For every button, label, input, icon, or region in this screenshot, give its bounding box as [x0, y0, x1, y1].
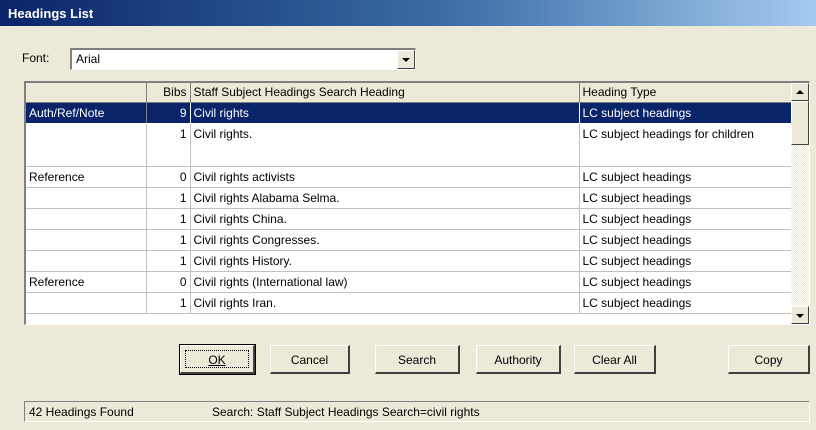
cell-heading: Civil rights. — [190, 123, 580, 167]
cell-source — [26, 187, 147, 209]
cell-heading: Civil rights Iran. — [190, 292, 580, 314]
search-button-label: Search — [397, 353, 437, 367]
cell-heading: Civil rights Alabama Selma. — [190, 187, 580, 209]
headings-table: Bibs Staff Subject Headings Search Headi… — [26, 83, 792, 314]
cell-heading: Civil rights (International law) — [190, 271, 580, 293]
cell-heading-type: LC subject headings for children — [579, 123, 792, 167]
cell-heading-type: LC subject headings — [579, 229, 792, 251]
cell-heading-type: LC subject headings — [579, 208, 792, 230]
cell-source — [26, 250, 147, 272]
vertical-scrollbar[interactable] — [791, 83, 809, 324]
table-row[interactable]: 1 Civil rights. LC subject headings for … — [26, 123, 792, 167]
cell-heading-type: LC subject headings — [579, 250, 792, 272]
cell-heading-type: LC subject headings — [579, 102, 792, 124]
cell-heading: Civil rights activists — [190, 166, 580, 188]
cell-bibs: 0 — [146, 271, 191, 293]
scroll-down-arrow-icon — [796, 314, 804, 318]
cell-source: Reference — [26, 271, 147, 293]
cell-heading: Civil rights — [190, 102, 580, 124]
window-title: Headings List — [8, 6, 94, 21]
cell-source — [26, 229, 147, 251]
cell-heading-type: LC subject headings — [579, 187, 792, 209]
column-header-bibs[interactable]: Bibs — [146, 83, 191, 103]
cancel-button[interactable]: Cancel — [270, 345, 350, 374]
font-select[interactable]: Arial — [70, 48, 416, 70]
title-bar[interactable]: Headings List — [0, 0, 816, 26]
table-row[interactable]: 1 Civil rights History. LC subject headi… — [26, 250, 792, 272]
column-header-heading-type[interactable]: Heading Type — [579, 83, 792, 103]
cell-source: Reference — [26, 166, 147, 188]
cell-source — [26, 292, 147, 314]
scroll-down-button[interactable] — [791, 306, 809, 324]
font-select-value: Arial — [76, 52, 101, 66]
header-row: Bibs Staff Subject Headings Search Headi… — [26, 83, 792, 103]
cancel-button-label: Cancel — [290, 353, 329, 367]
table-row[interactable]: 1 Civil rights Congresses. LC subject he… — [26, 229, 792, 251]
table-row[interactable]: 1 Civil rights Alabama Selma. LC subject… — [26, 187, 792, 209]
copy-button-label: Copy — [754, 353, 783, 367]
cell-bibs: 1 — [146, 187, 191, 209]
table-row[interactable]: Reference 0 Civil rights (International … — [26, 271, 792, 293]
status-search-query: Search: Staff Subject Headings Search=ci… — [212, 405, 480, 419]
table-row[interactable]: Auth/Ref/Note 9 Civil rights LC subject … — [26, 102, 792, 124]
table-row[interactable]: 1 Civil rights Iran. LC subject headings — [26, 292, 792, 314]
chevron-down-icon — [402, 58, 410, 62]
scroll-thumb[interactable] — [791, 101, 809, 145]
authority-button-label: Authority — [494, 353, 542, 367]
cell-bibs: 1 — [146, 292, 191, 314]
cell-source — [26, 208, 147, 230]
scroll-up-arrow-icon — [796, 90, 804, 94]
authority-button[interactable]: Authority — [476, 345, 561, 374]
cell-source — [26, 123, 147, 167]
cell-heading-type: LC subject headings — [579, 271, 792, 293]
headings-list-dialog: Headings List Font: Arial Bibs Staff Sub… — [0, 0, 816, 430]
cell-bibs: 1 — [146, 250, 191, 272]
font-dropdown-button[interactable] — [397, 50, 415, 69]
cell-heading-type: LC subject headings — [579, 166, 792, 188]
copy-button[interactable]: Copy — [728, 345, 810, 374]
status-bar: 42 Headings Found Search: Staff Subject … — [24, 401, 810, 422]
ok-button[interactable]: OK — [179, 344, 256, 375]
focus-rectangle — [185, 350, 249, 368]
clear-all-button[interactable]: Clear All — [574, 345, 656, 374]
cell-heading: Civil rights China. — [190, 208, 580, 230]
cell-heading-type: LC subject headings — [579, 292, 792, 314]
status-headings-count: 42 Headings Found — [29, 405, 134, 419]
clear-all-button-label: Clear All — [592, 353, 637, 367]
search-button[interactable]: Search — [375, 345, 460, 374]
table-row[interactable]: Reference 0 Civil rights activists LC su… — [26, 166, 792, 188]
cell-heading: Civil rights Congresses. — [190, 229, 580, 251]
cell-bibs: 1 — [146, 123, 191, 167]
column-header-source[interactable] — [26, 83, 147, 103]
cell-bibs: 0 — [146, 166, 191, 188]
column-header-heading[interactable]: Staff Subject Headings Search Heading — [190, 83, 580, 103]
scroll-up-button[interactable] — [791, 83, 809, 101]
cell-bibs: 9 — [146, 102, 191, 124]
cell-bibs: 1 — [146, 208, 191, 230]
cell-heading: Civil rights History. — [190, 250, 580, 272]
cell-bibs: 1 — [146, 229, 191, 251]
table-row[interactable]: 1 Civil rights China. LC subject heading… — [26, 208, 792, 230]
headings-grid[interactable]: Bibs Staff Subject Headings Search Headi… — [24, 81, 810, 325]
cell-source: Auth/Ref/Note — [26, 102, 147, 124]
